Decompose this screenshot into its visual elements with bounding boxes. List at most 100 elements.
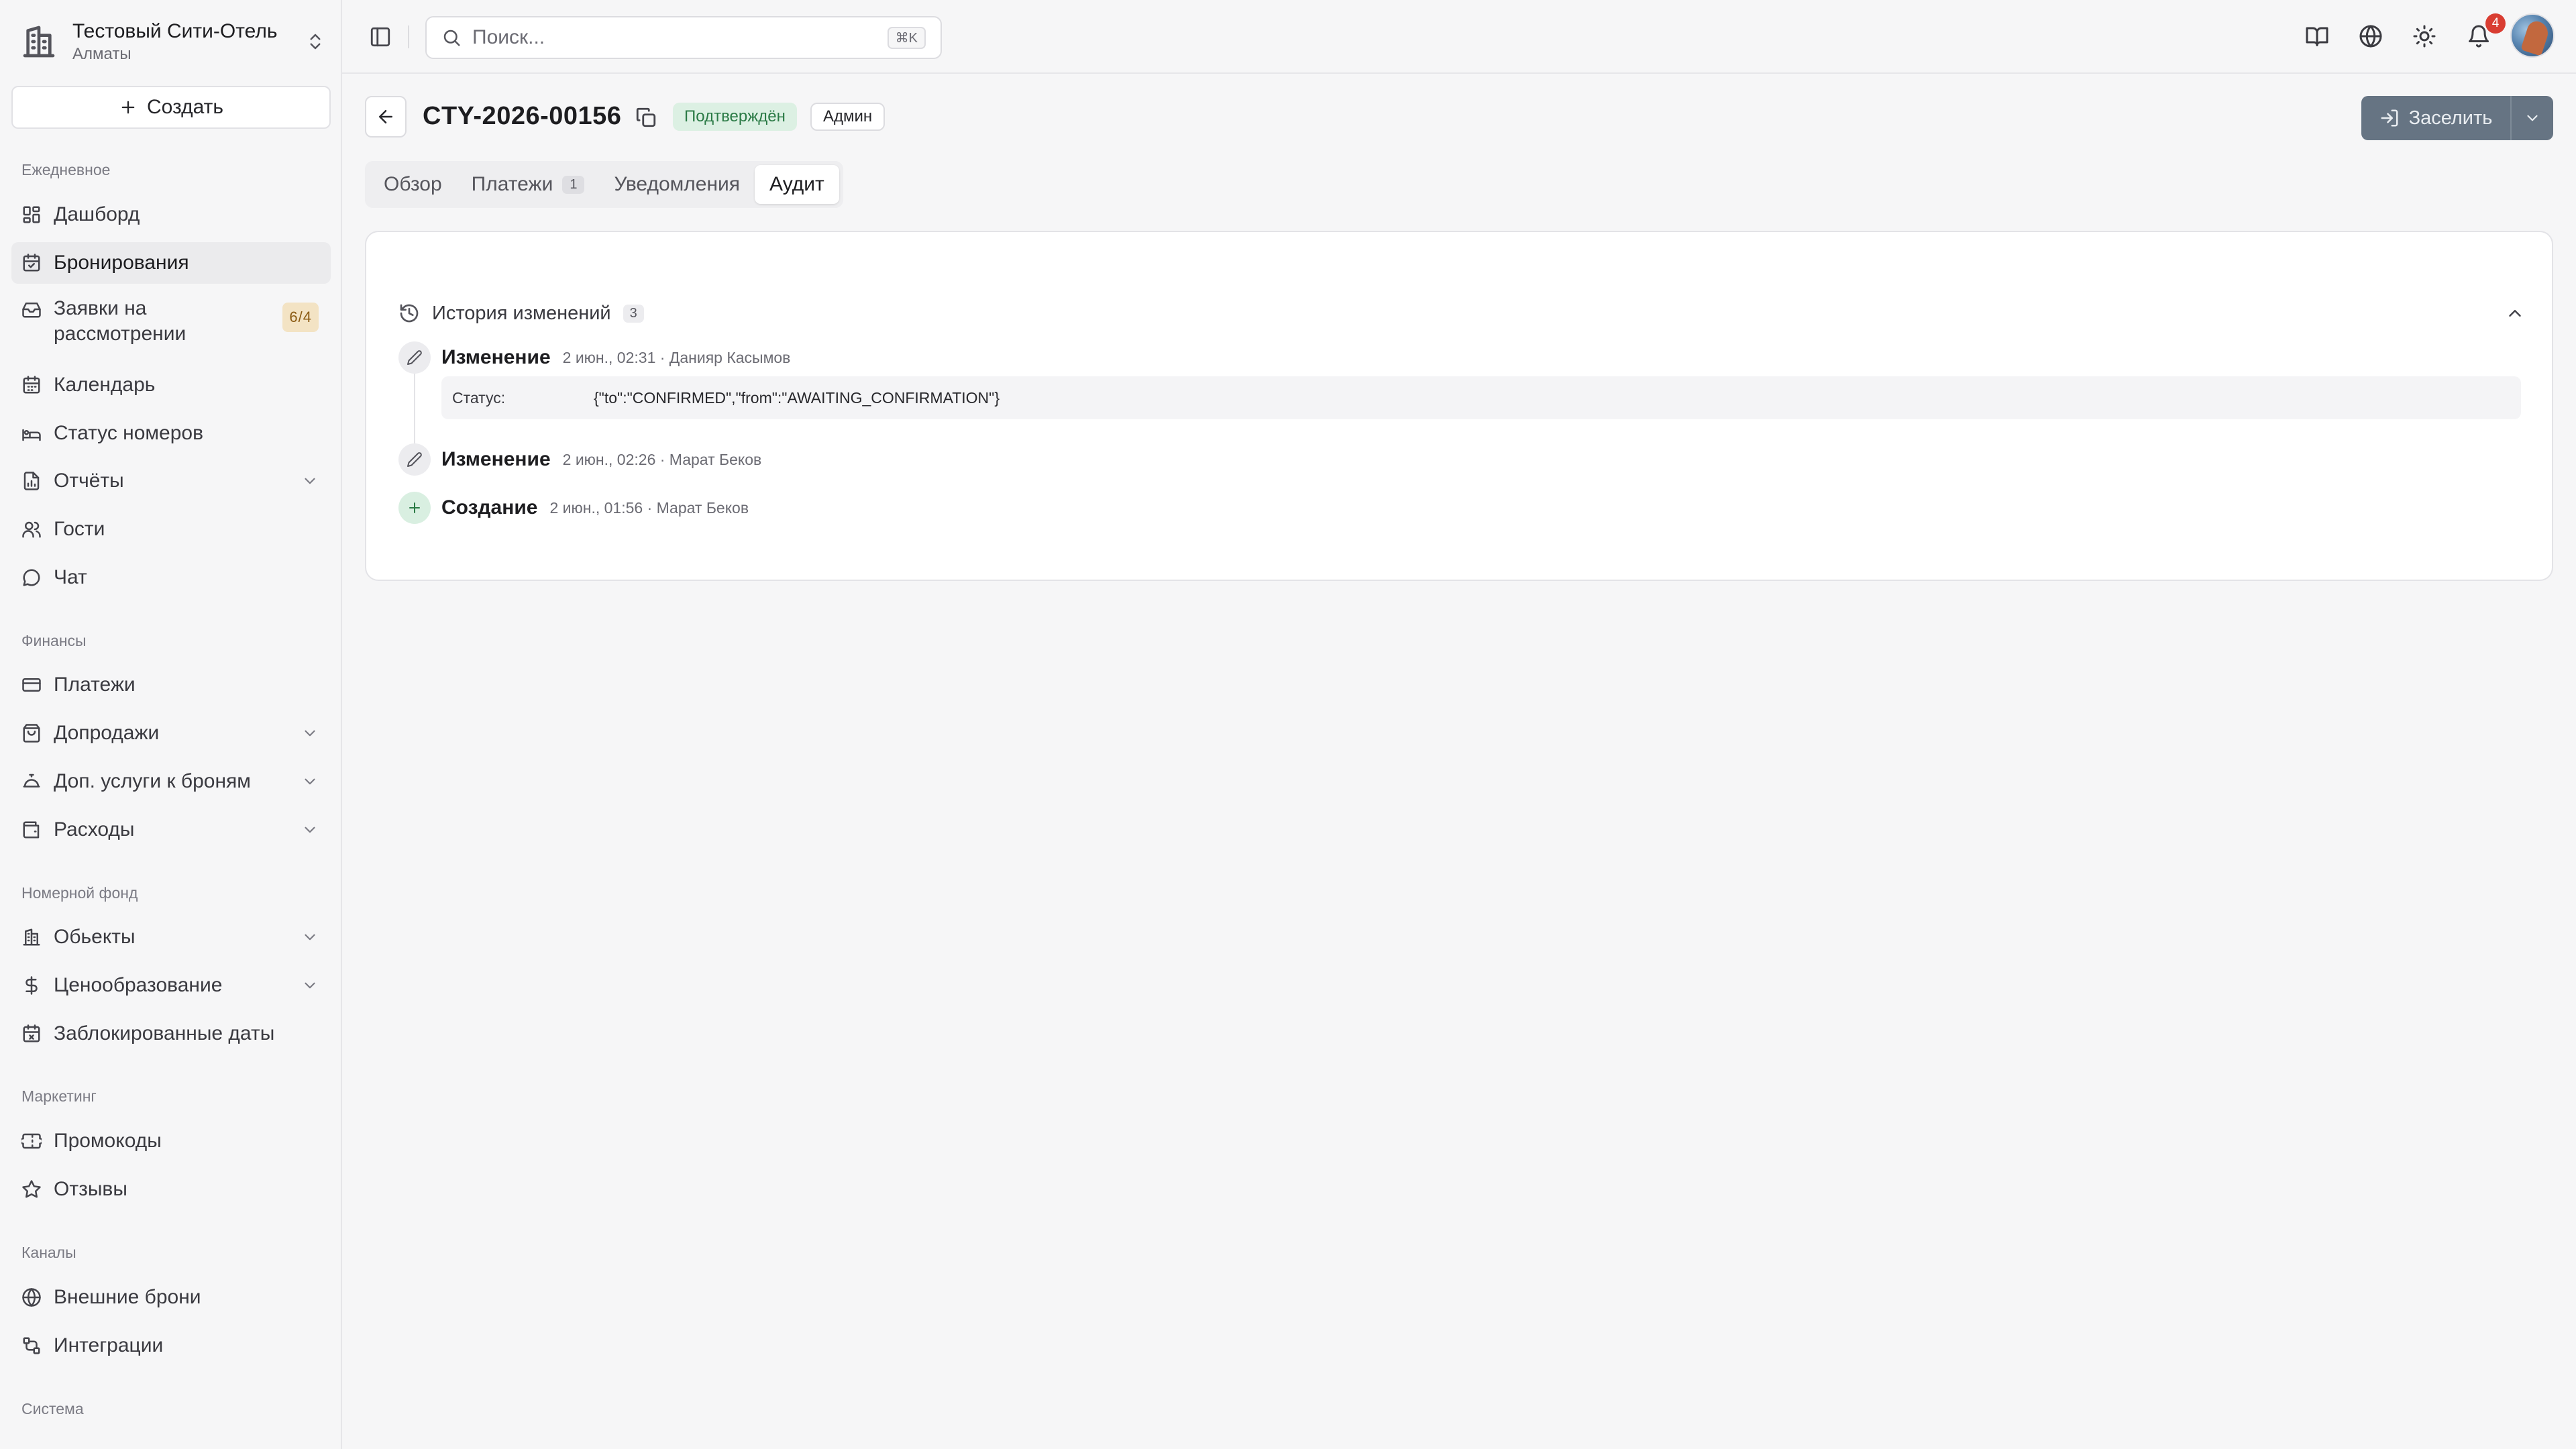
pencil-icon [407, 350, 422, 365]
history-header[interactable]: История изменений 3 [398, 299, 2525, 327]
chevron-down-icon [305, 934, 315, 941]
sidebar-item-label: Отчёты [54, 470, 124, 492]
pencil-icon [407, 452, 422, 467]
calendar-icon [23, 376, 40, 394]
ticket-icon [21, 1133, 42, 1149]
sidebar-item-reports[interactable]: Отчёты [11, 460, 331, 502]
sidebar-item-room-status[interactable]: Статус номеров [11, 413, 331, 454]
chevron-down-icon [305, 478, 315, 484]
entry-type: Создание [441, 496, 538, 519]
sidebar-item-label: Расходы [54, 818, 135, 841]
sidebar-item-promo[interactable]: Промокоды [11, 1120, 331, 1162]
sidebar-item-chat[interactable]: Чат [11, 557, 331, 598]
calendar-x-icon [23, 1024, 40, 1042]
entry-type: Изменение [441, 346, 551, 368]
tab-label: Аудит [769, 173, 824, 195]
chevron-down-icon [305, 826, 315, 833]
service-bell-icon [23, 773, 40, 788]
tab-notifications[interactable]: Уведомления [599, 165, 755, 204]
nav-section-finance: Финансы [21, 632, 87, 649]
inbox-icon [22, 303, 41, 318]
chevron-up-icon[interactable] [2505, 303, 2525, 323]
entry-meta: 2 июн., 02:31 · Данияр Касымов [562, 348, 791, 366]
history-entry: Изменение 2 июн., 02:31 · Данияр Касымов [398, 341, 790, 374]
sidebar-item-blocked-dates[interactable]: Заблокированные даты [11, 1013, 331, 1055]
sidebar-item-label: Календарь [54, 374, 156, 396]
shopping-bag-icon [23, 724, 40, 743]
credit-card-icon [22, 678, 41, 692]
sidebar-item-integrations[interactable]: Интеграции [11, 1325, 331, 1366]
hotel-city: Алматы [72, 45, 131, 63]
change-field: Статус: [452, 388, 506, 407]
tab-audit[interactable]: Аудит [755, 165, 839, 204]
plus-icon [409, 502, 420, 513]
plus-icon [121, 101, 135, 114]
sidebar-item-requests[interactable]: Заявки на рассмотрении 6/4 [11, 292, 331, 348]
sun-theme-icon[interactable] [2412, 24, 2436, 48]
checkin-button[interactable]: Заселить [2361, 96, 2510, 140]
chevrons-up-down-icon [310, 34, 321, 50]
tab-label: Уведомления [614, 173, 741, 195]
entry-marker [398, 341, 431, 374]
back-button[interactable] [365, 96, 407, 138]
entry-meta: 2 июн., 02:26 · Марат Беков [562, 450, 762, 468]
sidebar-item-extra-services[interactable]: Доп. услуги к броням [11, 761, 331, 802]
hotel-switcher[interactable]: Тестовый Сити-Отель Алматы [20, 15, 325, 68]
tab-overview[interactable]: Обзор [369, 165, 457, 204]
booking-status-badge: Подтверждён [673, 103, 797, 131]
sidebar-item-label: Платежи [54, 674, 136, 696]
nav-section-rooms: Номерной фонд [21, 884, 138, 902]
entry-type: Изменение [441, 448, 551, 470]
sidebar-item-external-bookings[interactable]: Внешние брони [11, 1277, 331, 1318]
sidebar-item-label: Допродажи [54, 722, 160, 744]
sidebar-item-payments[interactable]: Платежи [11, 664, 331, 706]
globe-language-icon[interactable] [2359, 24, 2383, 48]
sidebar-item-label: Статус номеров [54, 422, 204, 444]
chevron-down-icon [2527, 115, 2538, 121]
change-value: {"to":"CONFIRMED","from":"AWAITING_CONFI… [594, 388, 1000, 407]
search-input[interactable] [472, 26, 888, 49]
sidebar-item-label: Бронирования [54, 252, 189, 274]
create-button[interactable]: Создать [11, 86, 331, 129]
integrations-icon [23, 1337, 40, 1354]
dashboard-icon [23, 206, 40, 223]
requests-badge: 6/4 [282, 303, 319, 332]
sidebar-item-upsells[interactable]: Допродажи [11, 712, 331, 754]
nav-section-channels: Каналы [21, 1244, 76, 1261]
entry-marker [398, 492, 431, 524]
globe-icon [22, 1288, 41, 1307]
checkin-more-button[interactable] [2510, 96, 2553, 140]
sidebar-item-label: Отзывы [54, 1178, 127, 1200]
sidebar-item-label: Доп. услуги к броням [54, 770, 251, 792]
tab-label: Обзор [384, 173, 442, 195]
sidebar-item-pricing[interactable]: Ценообразование [11, 965, 331, 1006]
chevron-down-icon [305, 982, 315, 989]
sidebar-item-expenses[interactable]: Расходы [11, 809, 331, 851]
sidebar-item-label: Промокоды [54, 1130, 162, 1152]
sidebar-item-bookings[interactable]: Бронирования [11, 242, 331, 284]
building-icon [23, 25, 55, 58]
sidebar-item-properties[interactable]: Обьекты [11, 916, 331, 958]
history-title: История изменений [432, 302, 611, 324]
calendar-check-icon [23, 254, 40, 272]
sidebar-item-label: Заблокированные даты [54, 1022, 275, 1044]
sidebar-toggle-icon[interactable] [369, 25, 392, 48]
sidebar-item-reviews[interactable]: Отзывы [11, 1169, 331, 1210]
tab-payments[interactable]: Платежи 1 [457, 165, 600, 204]
chevron-down-icon [305, 730, 315, 737]
sidebar-item-calendar[interactable]: Календарь [11, 364, 331, 406]
sidebar-item-dashboard[interactable]: Дашборд [11, 194, 331, 235]
user-avatar[interactable] [2510, 13, 2555, 58]
booking-id: CTY-2026-00156 [423, 102, 622, 130]
log-in-icon [2381, 109, 2398, 127]
report-icon [23, 472, 40, 490]
dollar-icon [25, 976, 38, 995]
search-box[interactable]: ⌘K [425, 16, 942, 59]
chat-icon [23, 569, 40, 586]
copy-icon[interactable] [635, 106, 657, 129]
book-open-icon[interactable] [2305, 24, 2329, 48]
change-detail-row: Статус: {"to":"CONFIRMED","from":"AWAITI… [441, 376, 2521, 419]
sidebar-item-guests[interactable]: Гости [11, 508, 331, 550]
history-icon [400, 304, 419, 323]
sidebar-item-label: Обьекты [54, 926, 136, 948]
